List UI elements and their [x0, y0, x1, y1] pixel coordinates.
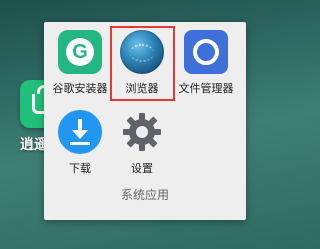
app-label: 设置 [131, 162, 153, 175]
download-arrow-icon [58, 110, 102, 154]
google-installer-icon: G [58, 30, 102, 74]
app-settings[interactable]: 设置 [106, 110, 178, 176]
browser-highlight-box [110, 26, 175, 101]
settings-gear-icon [120, 110, 164, 154]
app-label: 文件管理器 [178, 82, 234, 95]
file-manager-icon [184, 30, 228, 74]
app-file-manager[interactable]: 文件管理器 [170, 30, 242, 96]
folder-title[interactable]: 系统应用 [44, 186, 246, 203]
